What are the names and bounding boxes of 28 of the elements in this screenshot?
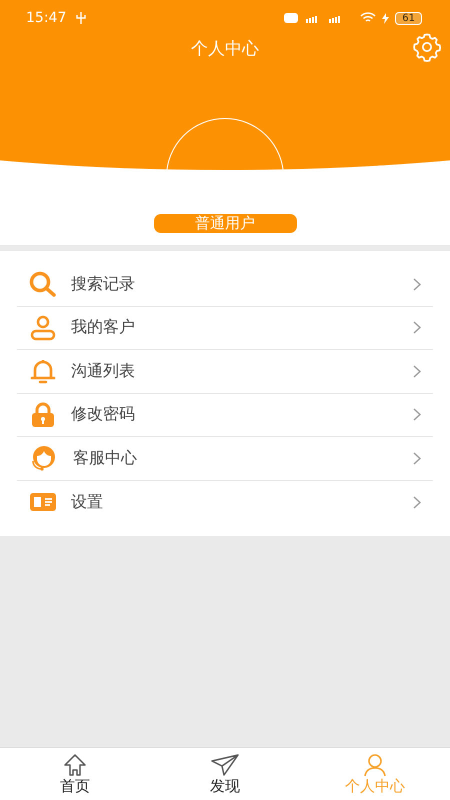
tab[interactable]: 首页	[0, 748, 150, 800]
chevron-icon	[413, 321, 421, 334]
chevron-icon	[413, 408, 421, 422]
settings-button[interactable]	[412, 32, 442, 62]
wifi-icon	[360, 12, 376, 24]
menu-item[interactable]: 设置	[17, 480, 433, 524]
chevron-icon	[413, 364, 421, 378]
chevron-icon	[413, 278, 421, 291]
menu-item[interactable]: 搜索记录	[17, 263, 433, 306]
menu-item[interactable]: 修改密码	[17, 394, 433, 437]
status-time: 15:47	[26, 10, 66, 26]
chevron-icon	[413, 496, 421, 509]
person-icon	[362, 752, 388, 776]
charging-icon	[382, 12, 390, 24]
search-icon	[29, 271, 57, 298]
person-icon	[29, 314, 57, 341]
bell-icon	[29, 358, 57, 384]
page-title: 个人中心	[191, 38, 259, 60]
tab[interactable]: 发现	[150, 748, 300, 800]
menu-item[interactable]: 我的客户	[17, 306, 433, 350]
usb-icon	[76, 12, 86, 24]
user-type-badge: 普通用户	[154, 214, 296, 233]
menu-item[interactable]: 客服中心	[17, 437, 433, 480]
lock-icon	[29, 402, 57, 428]
menu-item[interactable]: 沟通列表	[17, 350, 433, 394]
chevron-icon	[413, 452, 421, 465]
battery-indicator: 61	[395, 12, 422, 24]
paper-plane-icon	[210, 752, 240, 776]
